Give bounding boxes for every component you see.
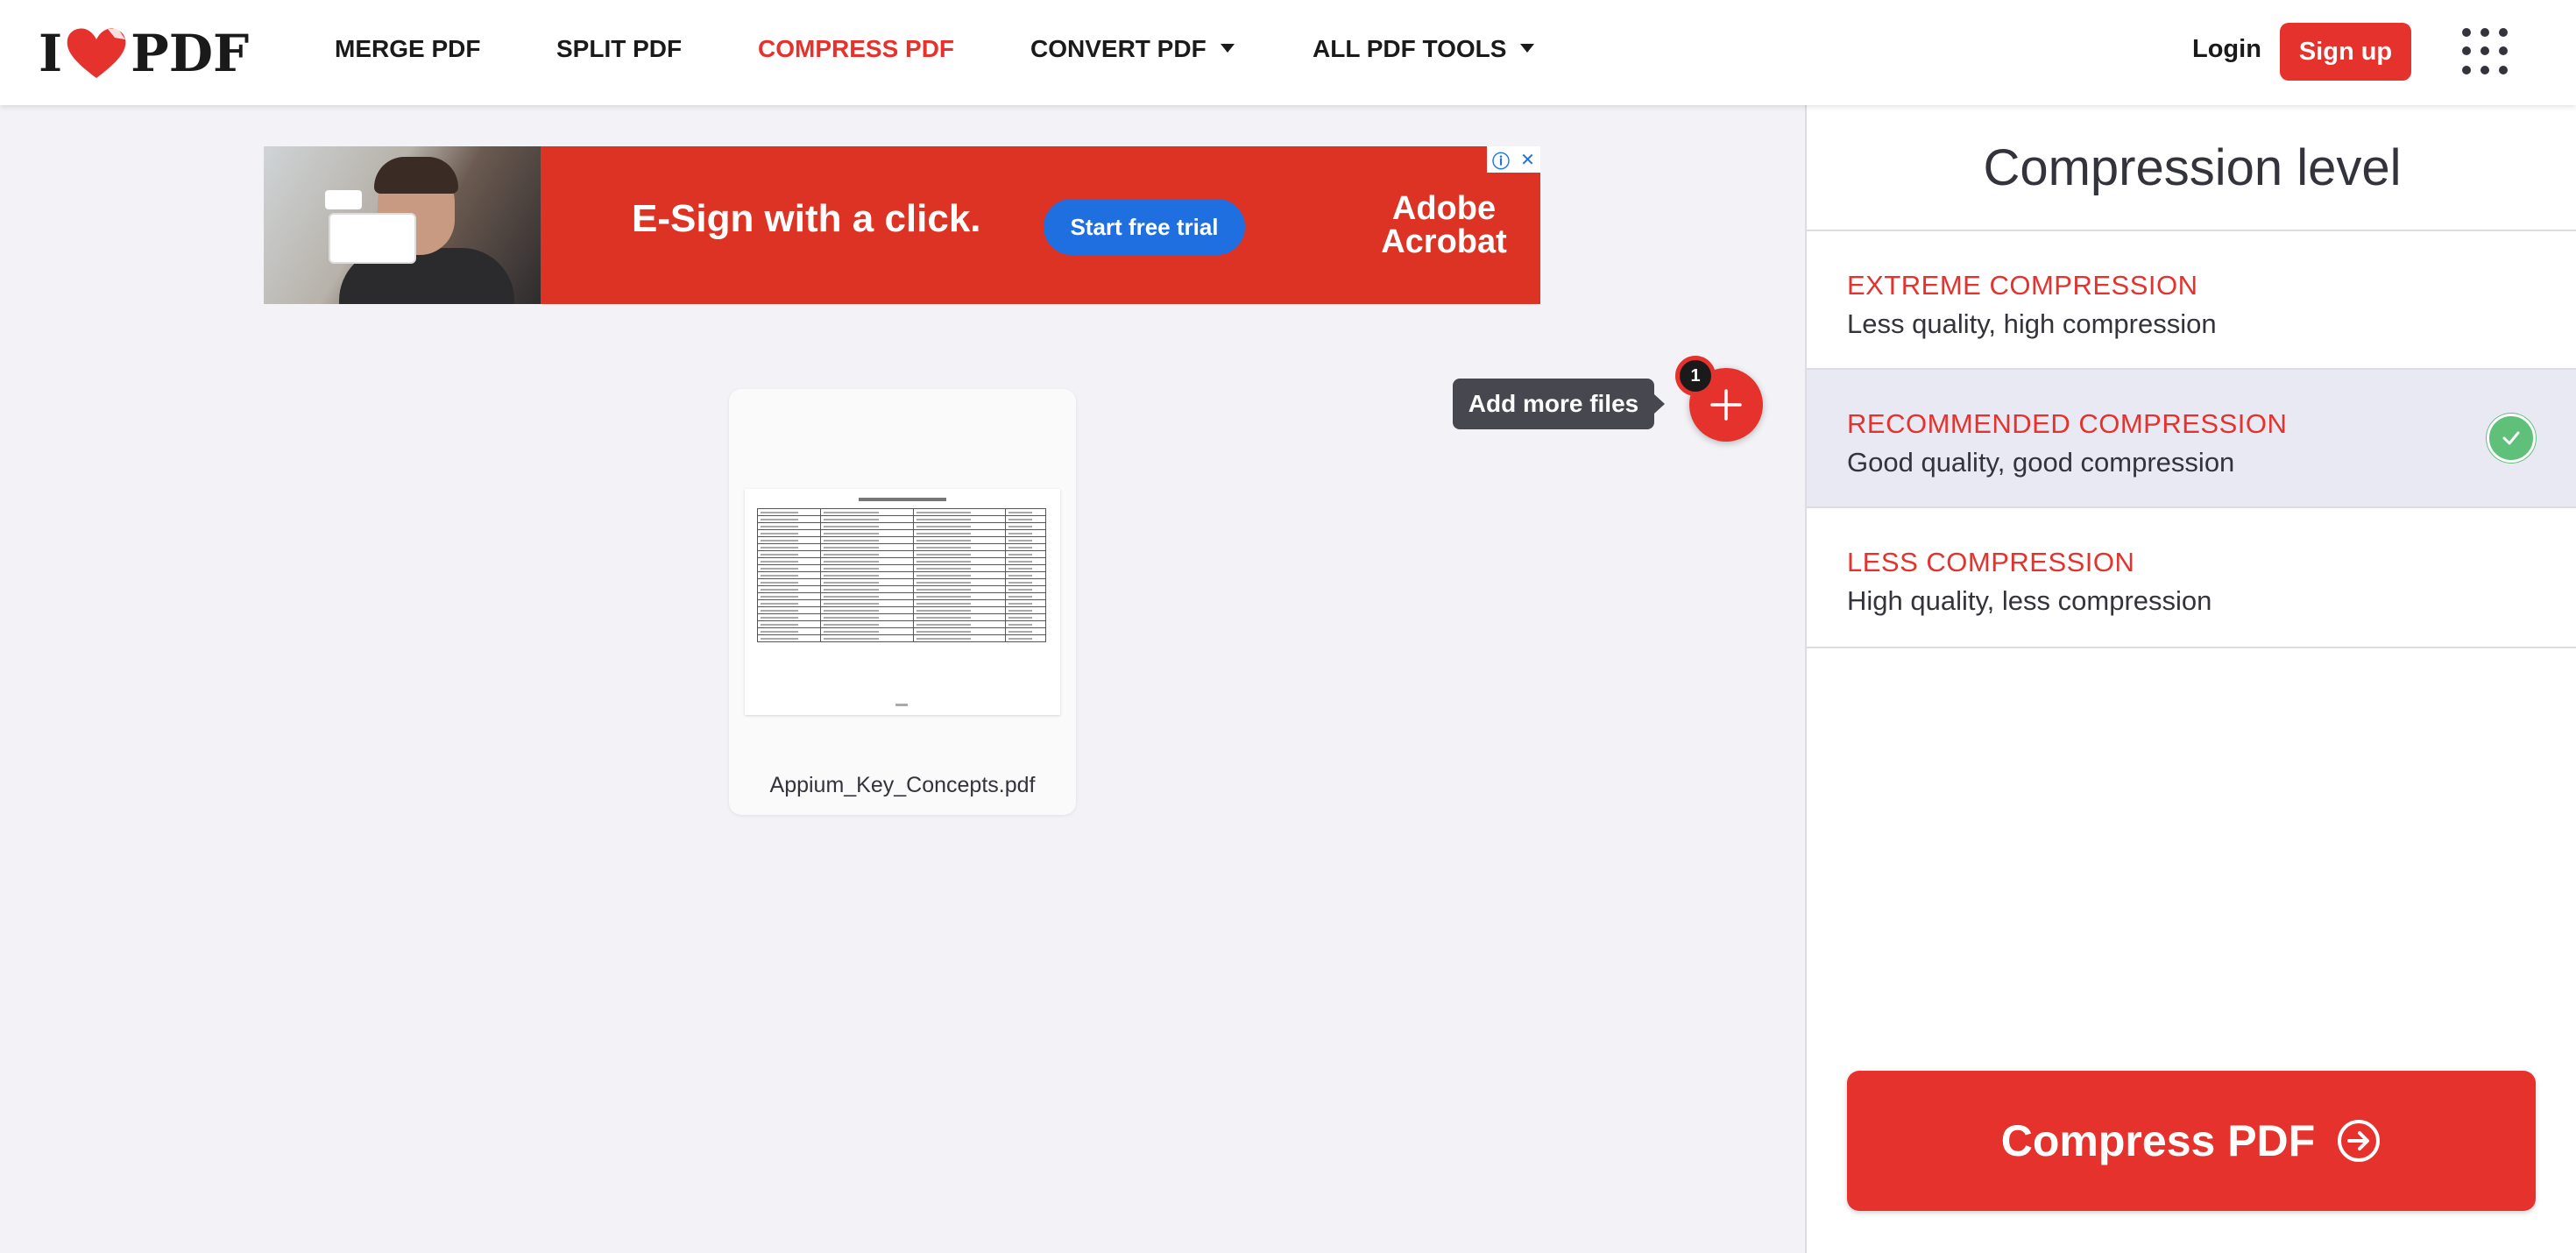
plus-icon	[1710, 389, 1742, 421]
caret-down-icon	[1520, 43, 1535, 53]
ad-photo	[264, 146, 541, 304]
advertisement-banner[interactable]: E-Sign with a click. Start free trial Ad…	[264, 146, 1540, 304]
nav-merge-pdf[interactable]: MERGE PDF	[335, 35, 480, 63]
logo-text-pdf: PDF	[131, 24, 250, 83]
compress-pdf-button[interactable]: Compress PDF	[1847, 1071, 2536, 1211]
compression-sidebar: Compression level EXTREME COMPRESSION Le…	[1805, 105, 2576, 1253]
caret-down-icon	[1220, 43, 1235, 53]
pdf-thumbnail	[745, 489, 1060, 715]
option-title: LESS COMPRESSION	[1847, 547, 2135, 577]
nav-all-pdf-tools[interactable]: ALL PDF TOOLS	[1313, 35, 1535, 63]
option-description: Less quality, high compression	[1847, 308, 2217, 339]
compress-button-label: Compress PDF	[2000, 1116, 2316, 1165]
file-name: Appium_Key_Concepts.pdf	[769, 773, 1036, 797]
option-recommended-compression[interactable]: RECOMMENDED COMPRESSION Good quality, go…	[1807, 368, 2576, 506]
file-count-badge: 1	[1675, 356, 1716, 396]
login-link[interactable]: Login	[2192, 35, 2261, 64]
ilovepdf-logo[interactable]: I PDF	[39, 23, 249, 84]
option-description: Good quality, good compression	[1847, 447, 2235, 478]
ad-close-icon[interactable]: ✕	[1520, 149, 1535, 171]
ad-brand-line2: Acrobat	[1381, 223, 1507, 260]
ad-cta-button[interactable]: Start free trial	[1044, 199, 1245, 255]
arrow-right-circle-icon	[2338, 1120, 2381, 1162]
option-extreme-compression[interactable]: EXTREME COMPRESSION Less quality, high c…	[1807, 230, 2576, 368]
logo-text-i: I	[39, 24, 63, 83]
options-divider	[1807, 647, 2576, 648]
add-more-files-tooltip: Add more files	[1453, 379, 1665, 429]
sidebar-title: Compression level	[1983, 139, 2402, 196]
check-icon	[2487, 414, 2536, 463]
ad-controls: ⓘ ✕	[1487, 146, 1540, 173]
nav-label: CONVERT PDF	[1030, 35, 1207, 62]
ad-brand-line1: Adobe	[1391, 190, 1497, 227]
nav-label: MERGE PDF	[335, 35, 481, 62]
nav-label: SPLIT PDF	[556, 35, 683, 62]
option-title: RECOMMENDED COMPRESSION	[1847, 408, 2288, 439]
signup-button[interactable]: Sign up	[2280, 23, 2411, 81]
file-card[interactable]: Appium_Key_Concepts.pdf	[729, 389, 1076, 815]
top-navbar: I PDF MERGE PDF SPLIT PDF COMPRESS PDF C…	[0, 0, 2576, 105]
heart-icon	[67, 28, 126, 78]
ad-info-icon[interactable]: ⓘ	[1492, 147, 1510, 173]
nav-label: COMPRESS PDF	[758, 35, 955, 62]
option-description: High quality, less compression	[1847, 585, 2212, 616]
option-title: EXTREME COMPRESSION	[1847, 270, 2198, 301]
ad-brand-logo: Adobe Acrobat	[1378, 192, 1510, 258]
option-less-compression[interactable]: LESS COMPRESSION High quality, less comp…	[1807, 506, 2576, 645]
apps-grid-icon[interactable]	[2462, 28, 2508, 75]
ad-headline: E-Sign with a click.	[632, 197, 981, 240]
nav-convert-pdf[interactable]: CONVERT PDF	[1030, 35, 1235, 63]
nav-split-pdf[interactable]: SPLIT PDF	[556, 35, 682, 63]
nav-compress-pdf[interactable]: COMPRESS PDF	[758, 35, 954, 63]
nav-label: ALL PDF TOOLS	[1313, 35, 1507, 62]
